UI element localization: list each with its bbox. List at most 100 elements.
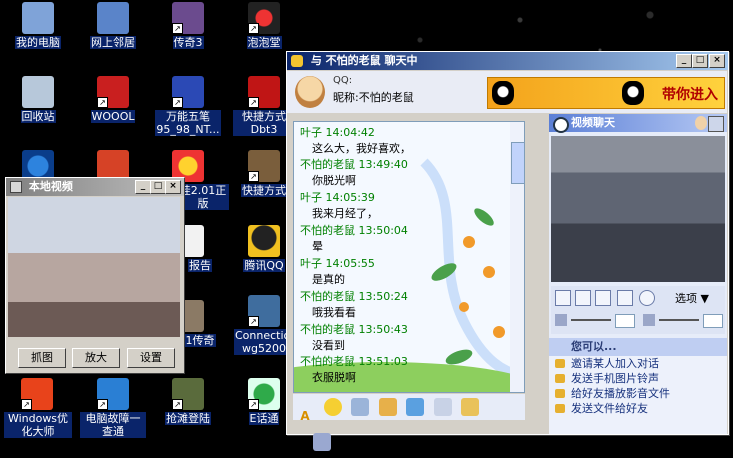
minimize-button[interactable]: _ xyxy=(676,54,692,68)
speaker-volume-slider[interactable] xyxy=(659,319,699,321)
desktop-icon-my-computer[interactable]: 我的电脑 xyxy=(5,2,71,49)
my-computer-icon xyxy=(22,2,54,34)
scroll-thumb[interactable] xyxy=(511,142,524,184)
ad-text: 带你进入 xyxy=(662,87,718,103)
message-sender-line: 叶子 14:05:39 xyxy=(300,191,375,204)
settings-button[interactable]: 设置 xyxy=(127,348,175,368)
message-text: 哦我看看 xyxy=(312,306,356,319)
you-can-title: 您可以... xyxy=(549,338,727,356)
shortcut-icon: ↗ xyxy=(248,150,280,182)
shortcut-icon: ↗ xyxy=(248,76,280,108)
picture-icon[interactable] xyxy=(406,398,424,416)
maximize-button[interactable]: □ xyxy=(692,54,708,68)
shake-icon[interactable] xyxy=(351,398,369,416)
play-media-link[interactable]: 给好友播放影音文件 xyxy=(549,386,727,401)
game-icon: ↗ xyxy=(172,378,204,410)
chat-header: QQ: 昵称:不怕的老鼠 带你进入 xyxy=(287,71,727,113)
ime-icon: ↗ xyxy=(172,76,204,108)
person-icon[interactable] xyxy=(695,116,707,130)
video-controls: 选项 ▼ xyxy=(551,286,725,334)
message-sender-line: 不怕的老鼠 13:49:40 xyxy=(300,158,408,171)
message-text: 是真的 xyxy=(312,273,345,286)
penguin-icon xyxy=(622,81,644,105)
desktop: 我的电脑 网上邻居 ↗ 传奇3 ↗ 泡泡堂 回收站 ↗ WOOOL ↗ 万能五笔… xyxy=(0,0,733,451)
message-scrollbar[interactable] xyxy=(510,122,524,392)
recycle-bin-icon xyxy=(22,76,54,108)
stop-icon[interactable] xyxy=(639,290,655,306)
camera-icon[interactable] xyxy=(708,116,724,132)
desktop-icon-network[interactable]: 网上邻居 xyxy=(80,2,146,49)
zoom-button[interactable]: 放大 xyxy=(72,348,120,368)
desktop-icon-wubi[interactable]: ↗ 万能五笔95_98_NT... xyxy=(155,76,221,136)
chat-window-titlebar[interactable]: 与 不怕的老鼠 聊天中 _ □ × xyxy=(287,52,728,70)
message-sender-line: 叶子 14:05:55 xyxy=(300,257,375,270)
desktop-icon-chuanqi3[interactable]: ↗ 传奇3 xyxy=(155,2,221,49)
chat-window-title: 与 不怕的老鼠 聊天中 xyxy=(310,54,418,67)
message-text: 没看到 xyxy=(312,339,345,352)
emoticon-icon[interactable] xyxy=(323,398,342,416)
chat-window: 与 不怕的老鼠 聊天中 _ □ × QQ: 昵称:不怕的老鼠 带你进入 叶子 1… xyxy=(286,51,729,451)
message-sender-line: 不怕的老鼠 13:50:24 xyxy=(300,290,408,303)
local-video-titlebar[interactable]: 本地视频 _ □ × xyxy=(6,178,184,196)
video-chat-panel: 视频聊天 选项 ▼ 您可以... 邀请某人加入对话 发送手机图片铃声 给好友播放… xyxy=(549,114,727,434)
nickname-value: 不怕的老鼠 xyxy=(358,91,414,104)
message-text: 衣服脱啊 xyxy=(312,371,356,384)
qq-chat-icon xyxy=(291,55,303,67)
send-file-link[interactable]: 发送文件给好友 xyxy=(549,401,727,416)
desktop-icon-paopaotang[interactable]: ↗ 泡泡堂 xyxy=(231,2,297,49)
history-icon[interactable] xyxy=(313,433,331,451)
network-icon: ↗ xyxy=(248,295,280,327)
swap-icon[interactable] xyxy=(575,290,591,306)
message-text: 晕 xyxy=(312,240,323,253)
message-sender-line: 不怕的老鼠 13:50:04 xyxy=(300,224,408,237)
message-text: 我来月经了， xyxy=(312,207,378,220)
input-toolbar: A xyxy=(293,394,525,451)
message-sender-line: 不怕的老鼠 13:50:43 xyxy=(300,323,408,336)
speaker-volume-box[interactable] xyxy=(703,314,723,328)
speaker-icon xyxy=(643,314,655,326)
desktop-icon-fault-check[interactable]: ↗ 电脑故障一查通 xyxy=(80,378,146,438)
app-icon: ↗ xyxy=(21,378,53,410)
record-icon[interactable] xyxy=(617,290,633,306)
mic-volume-box[interactable] xyxy=(615,314,635,328)
message-text: 这么大，我好喜欢， xyxy=(312,142,411,155)
capture-button[interactable]: 抓图 xyxy=(18,348,66,368)
penguin-icon xyxy=(492,81,514,105)
app-icon: ↗ xyxy=(248,378,280,410)
font-icon[interactable]: A xyxy=(296,407,314,425)
screenshot-icon[interactable] xyxy=(433,398,452,416)
friend-avatar[interactable] xyxy=(295,76,325,108)
nickname-label: 昵称: xyxy=(333,91,359,104)
desktop-icon-qiangtan[interactable]: ↗ 抢滩登陆 xyxy=(155,378,221,425)
magic-icon[interactable] xyxy=(461,398,479,416)
send-mobile-media-link[interactable]: 发送手机图片铃声 xyxy=(549,371,727,386)
local-video-window: 本地视频 _ □ × 抓图 放大 设置 xyxy=(5,177,185,374)
close-button[interactable]: × xyxy=(709,54,725,68)
desktop-icon-recycle-bin[interactable]: 回收站 xyxy=(5,76,71,123)
mic-volume-slider[interactable] xyxy=(571,319,611,321)
local-video xyxy=(8,197,180,337)
game-icon: ↗ xyxy=(97,76,129,108)
you-can-list: 您可以... 邀请某人加入对话 发送手机图片铃声 给好友播放影音文件 发送文件给… xyxy=(549,338,727,434)
layout-icon[interactable] xyxy=(555,290,571,306)
remote-video xyxy=(551,136,725,282)
scene-icon[interactable] xyxy=(378,398,397,416)
video-chat-title-text: 视频聊天 xyxy=(571,116,615,129)
message-history[interactable]: 叶子 14:04:42 这么大，我好喜欢， 不怕的老鼠 13:49:40 你脱光… xyxy=(293,121,525,393)
message-text: 你脱光啊 xyxy=(312,174,356,187)
ad-banner[interactable]: 带你进入 xyxy=(487,77,725,109)
local-minimize-button[interactable]: _ xyxy=(135,180,151,194)
message-sender-line: 叶子 14:04:42 xyxy=(300,126,375,139)
game-icon: ↗ xyxy=(172,2,204,34)
desktop-icon-win-optimizer[interactable]: ↗ Windows优化大师 xyxy=(4,378,72,438)
qq-icon xyxy=(248,225,280,257)
invite-link[interactable]: 邀请某人加入对话 xyxy=(549,356,727,371)
local-close-button[interactable]: × xyxy=(165,180,181,194)
audio-icon[interactable] xyxy=(595,290,611,306)
mic-icon xyxy=(555,314,567,326)
options-menu[interactable]: 选项 ▼ xyxy=(675,290,709,306)
local-maximize-button[interactable]: □ xyxy=(150,180,166,194)
network-icon xyxy=(97,2,129,34)
game-icon: ↗ xyxy=(248,2,280,34)
desktop-icon-woool[interactable]: ↗ WOOOL xyxy=(80,76,146,123)
